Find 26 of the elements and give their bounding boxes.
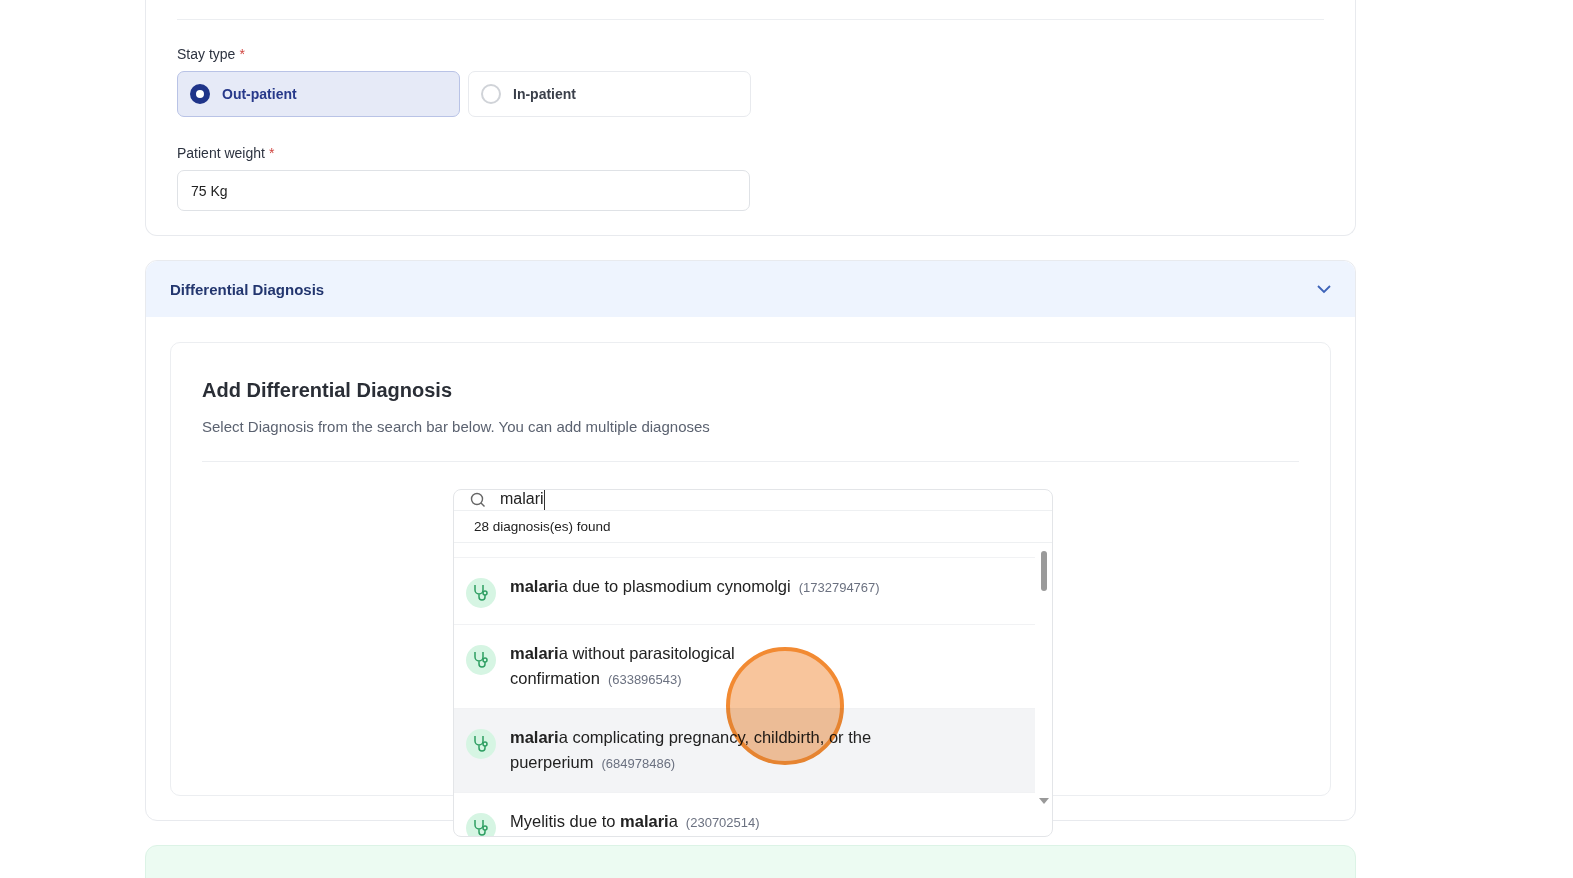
input-field[interactable]: 75 Kg	[177, 170, 750, 211]
radio-icon	[190, 84, 210, 104]
result-count: 28 diagnosis(es) found	[454, 511, 1052, 543]
stethoscope-icon	[466, 813, 496, 836]
field-label: Patient weight	[177, 145, 265, 161]
search-icon	[470, 492, 486, 508]
result-item[interactable]: malaria due to plasmodium cynomolgi (1732794767)	[454, 557, 1035, 624]
radio-option[interactable]: Out-patient	[177, 71, 460, 117]
accordion-title: Differential Diagnosis	[170, 280, 325, 298]
search-field[interactable]: malari	[454, 490, 1052, 511]
section-heading: Add Differential Diagnosis	[202, 379, 454, 402]
stethoscope-icon	[466, 729, 496, 759]
radio-option[interactable]: In-patient	[468, 71, 751, 117]
stethoscope-icon	[466, 645, 496, 675]
required-mark: *	[239, 46, 245, 62]
diagnosis-name: malaria without parasitological confirmation (633896543)	[510, 643, 736, 689]
field-label: Stay type	[177, 46, 236, 62]
diagnosis-name: Myelitis due to malaria (230702514)	[510, 811, 760, 832]
chevron-icon	[1317, 284, 1331, 294]
accordion-header[interactable]: Differential Diagnosis	[146, 261, 1355, 317]
required-mark: *	[268, 145, 275, 161]
diagnosis-name: malaria due to plasmodium cynomolgi (1732794767)	[510, 576, 880, 597]
radio-icon	[481, 84, 501, 104]
section-description: Select Diagnosis from the search bar below. You can add multiple diagnoses	[202, 418, 1299, 462]
stethoscope-icon	[466, 578, 496, 608]
scrollbar[interactable]	[1038, 551, 1050, 805]
